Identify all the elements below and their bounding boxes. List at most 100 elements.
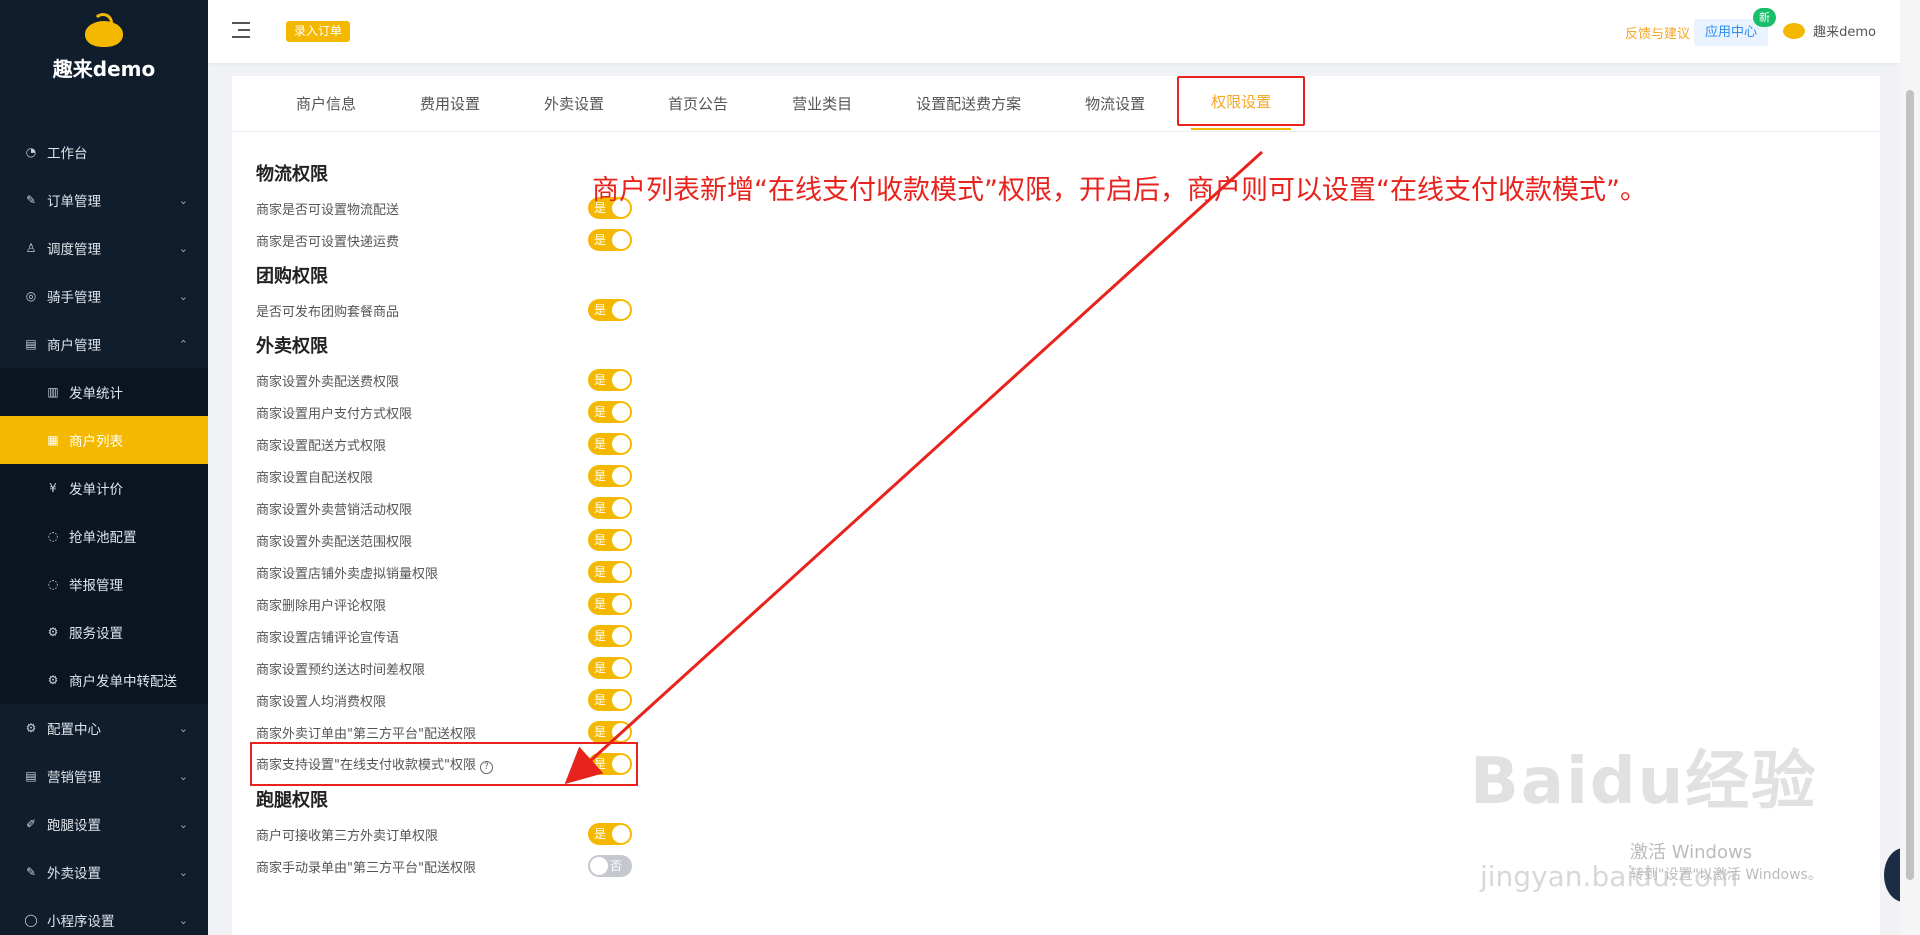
permission-label-text: 商家设置自配送权限 [256, 470, 374, 486]
topbar: 录入订单 反馈与建议 应用中心 新 趣来demo [208, 0, 1900, 63]
enter-order-button[interactable]: 录入订单 [286, 21, 351, 42]
permission-toggle[interactable]: 是 [588, 369, 632, 391]
feedback-link[interactable]: 反馈与建议 [1625, 23, 1690, 42]
menu-toggle-icon[interactable] [232, 22, 250, 38]
permission-toggle[interactable]: 是 [588, 229, 632, 251]
permission-toggle[interactable]: 是 [588, 721, 632, 743]
sidebar-item-9[interactable]: ◌ 举报管理 [0, 560, 208, 608]
permission-label-text: 商家设置外卖配送费权限 [256, 374, 400, 390]
permission-toggle[interactable]: 是 [588, 529, 632, 551]
chevron-down-icon: ⌄ [178, 913, 188, 927]
sidebar-item-5[interactable]: ▥ 发单统计 [0, 368, 208, 416]
tab-3[interactable]: 首页公告 [636, 76, 760, 131]
permission-row: 商家设置人均消费权限 是 [256, 684, 632, 716]
permission-label-text: 商家删除用户评论权限 [256, 598, 387, 614]
scrollbar-thumb[interactable] [1906, 90, 1914, 880]
tab-5[interactable]: 设置配送费方案 [884, 76, 1053, 131]
tab-bar: 商户信息 费用设置 外卖设置 首页公告 营业类目 设置配送费方案 物流设置 权限设置 [232, 76, 1880, 132]
section-title: 物流权限 [256, 164, 328, 185]
brand[interactable]: 趣来demo [0, 0, 208, 98]
permission-label-text: 商家设置预约送达时间差权限 [256, 662, 426, 678]
permission-row: 商家手动录单由"第三方平台"配送权限 否 [256, 850, 632, 882]
sidebar-item-6[interactable]: ▦ 商户列表 [0, 416, 208, 464]
permission-label: 商家支持设置"在线支付收款模式"权限? [256, 754, 493, 774]
tab-4[interactable]: 营业类目 [760, 76, 884, 131]
help-icon[interactable]: ? [479, 760, 493, 774]
permission-label: 商家手动录单由"第三方平台"配送权限 [256, 857, 476, 876]
sidebar-item-label: 商户发单中转配送 [69, 674, 177, 690]
user-menu[interactable]: 趣来demo [1783, 21, 1876, 40]
windows-activate-subtitle: 转到"设置"以激活 Windows。 [1630, 867, 1822, 883]
sidebar-item-0[interactable]: ◔ 工作台 [0, 128, 208, 176]
user-icon: ♙ [25, 241, 37, 255]
sidebar-item-label: 小程序设置 [47, 914, 115, 930]
sidebar-item-13[interactable]: ▤ 营销管理 ⌄ [0, 752, 208, 800]
pool-icon: ◌ [47, 529, 59, 543]
price-icon: ¥ [49, 481, 57, 495]
permission-toggle[interactable]: 是 [588, 657, 632, 679]
tab-7[interactable]: 权限设置 [1177, 76, 1306, 130]
permission-toggle[interactable]: 是 [588, 561, 632, 583]
sidebar-item-12[interactable]: ⚙ 配置中心 ⌄ [0, 704, 208, 752]
permissions-content: 物流权限 商家是否可设置物流配送是商家是否可设置快递运费是团购权限 是否可发布团购套… [232, 132, 638, 882]
gear-icon: ⚙ [47, 625, 59, 639]
sidebar-item-label: 营销管理 [47, 770, 101, 786]
permission-toggle[interactable]: 是 [588, 753, 632, 775]
permission-label: 商家设置预约送达时间差权限 [256, 659, 425, 678]
sidebar-item-15[interactable]: ✎ 外卖设置 ⌄ [0, 848, 208, 896]
report-icon: ◌ [47, 577, 59, 591]
tab-2[interactable]: 外卖设置 [512, 76, 636, 131]
sidebar-item-8[interactable]: ◌ 抢单池配置 [0, 512, 208, 560]
permission-toggle[interactable]: 是 [588, 497, 632, 519]
permission-row: 商家设置用户支付方式权限 是 [256, 396, 632, 428]
sidebar-item-label: 外卖设置 [47, 866, 101, 882]
sidebar-item-3[interactable]: ◎ 骑手管理 ⌄ [0, 272, 208, 320]
sidebar-item-10[interactable]: ⚙ 服务设置 [0, 608, 208, 656]
sidebar-item-11[interactable]: ⚙ 商户发单中转配送 [0, 656, 208, 704]
permission-section: 跑腿权限商户可接收第三方外卖订单权限 是商家手动录单由"第三方平台"配送权限 否 [256, 786, 632, 882]
permission-toggle[interactable]: 是 [588, 401, 632, 423]
chevron-up-icon: ⌃ [178, 337, 188, 351]
permission-label-text: 商家设置店铺评论宣传语 [256, 630, 400, 646]
miniapp-icon: ◯ [24, 913, 38, 927]
page-scrollbar[interactable] [1900, 0, 1920, 935]
sidebar-item-label: 发单统计 [69, 386, 123, 402]
sidebar-item-16[interactable]: ◯ 小程序设置 ⌄ [0, 896, 208, 935]
section-title: 跑腿权限 [256, 790, 328, 811]
permission-toggle[interactable]: 是 [588, 433, 632, 455]
permission-row: 商家支持设置"在线支付收款模式"权限? 是 [250, 742, 638, 786]
sidebar-item-label: 工作台 [47, 146, 88, 162]
permission-row: 商家设置外卖配送范围权限 是 [256, 524, 632, 556]
permission-toggle[interactable]: 是 [588, 593, 632, 615]
tab-6[interactable]: 物流设置 [1053, 76, 1177, 131]
permission-label-text: 是否可发布团购套餐商品 [256, 304, 400, 320]
sidebar-item-4[interactable]: ▤ 商户管理 ⌃ [0, 320, 208, 368]
sidebar-item-7[interactable]: ¥ 发单计价 [0, 464, 208, 512]
permission-row: 商家删除用户评论权限 是 [256, 588, 632, 620]
permission-label-text: 商家是否可设置快递运费 [256, 234, 400, 250]
marketing-icon: ▤ [25, 769, 37, 783]
permission-toggle[interactable]: 是 [588, 465, 632, 487]
permission-label: 商户可接收第三方外卖订单权限 [256, 825, 438, 844]
tab-1[interactable]: 费用设置 [388, 76, 512, 131]
permission-label: 商家设置外卖配送费权限 [256, 371, 399, 390]
order-icon: ✎ [25, 193, 37, 207]
sidebar-item-1[interactable]: ✎ 订单管理 ⌄ [0, 176, 208, 224]
permission-toggle[interactable]: 否 [588, 855, 632, 877]
permission-row: 商家设置店铺评论宣传语 是 [256, 620, 632, 652]
permission-toggle[interactable]: 是 [588, 689, 632, 711]
sidebar-item-label: 骑手管理 [47, 290, 101, 306]
tab-0[interactable]: 商户信息 [264, 76, 388, 131]
permission-label-text: 商家支持设置"在线支付收款模式"权限 [256, 758, 476, 774]
permission-row: 是否可发布团购套餐商品 是 [256, 294, 632, 326]
permission-label: 商家设置用户支付方式权限 [256, 403, 412, 422]
app-root: 趣来demo ◔ 工作台 ✎ 订单管理 ⌄ ♙ 调度管理 ⌄ ◎ 骑手管理 ⌄ ▤ 商户管理 ⌃ ▥ 发单统计… [0, 0, 1920, 935]
permission-row: 商户可接收第三方外卖订单权限 是 [256, 818, 632, 850]
sidebar: 趣来demo ◔ 工作台 ✎ 订单管理 ⌄ ♙ 调度管理 ⌄ ◎ 骑手管理 ⌄ ▤ 商户管理 ⌃ ▥ 发单统计… [0, 0, 208, 935]
rider-icon: ◎ [25, 289, 37, 303]
permission-toggle[interactable]: 是 [588, 823, 632, 845]
permission-toggle[interactable]: 是 [588, 625, 632, 647]
sidebar-item-2[interactable]: ♙ 调度管理 ⌄ [0, 224, 208, 272]
sidebar-item-14[interactable]: ✐ 跑腿设置 ⌄ [0, 800, 208, 848]
permission-toggle[interactable]: 是 [588, 299, 632, 321]
